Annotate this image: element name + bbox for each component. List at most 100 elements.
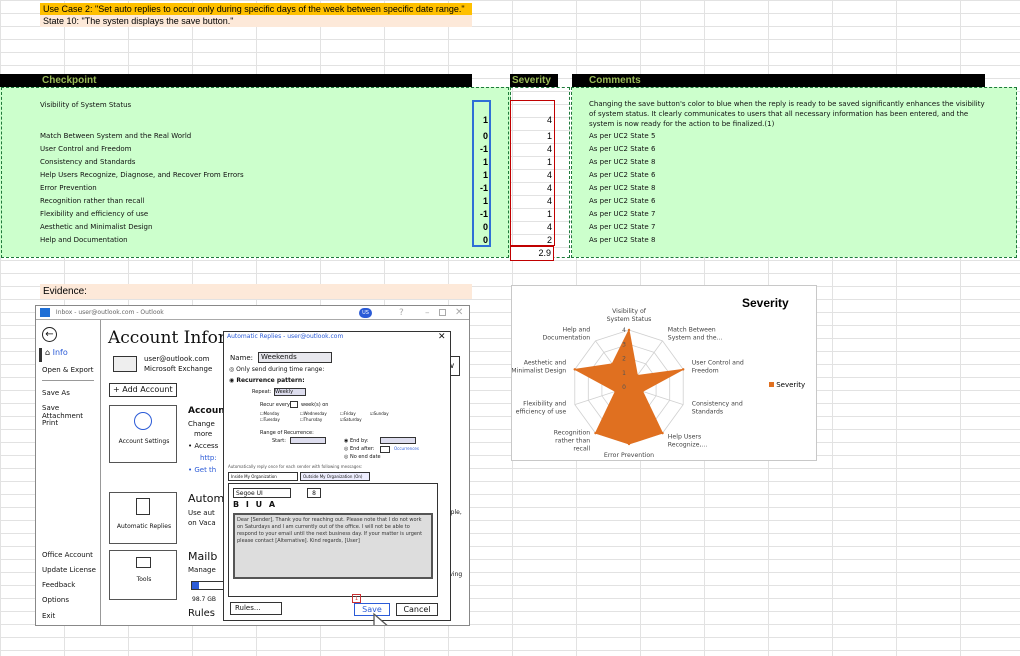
- save-attachment-item[interactable]: Save Attachment: [42, 404, 100, 420]
- info-item[interactable]: ⌂ Info: [39, 348, 97, 362]
- day-thursday[interactable]: ☐Thursday: [300, 417, 322, 422]
- feedback-item[interactable]: Feedback: [42, 581, 75, 589]
- manage-text: Manage: [188, 566, 216, 574]
- name-label: Name:: [230, 354, 254, 362]
- recur-every-input[interactable]: [290, 401, 298, 408]
- day-wednesday[interactable]: ☐Wednesday: [300, 411, 327, 416]
- font-name-select[interactable]: Segoe UI: [233, 488, 291, 498]
- occurrences-input[interactable]: [380, 446, 390, 453]
- check-value[interactable]: -1: [473, 182, 490, 195]
- severity-value[interactable]: 4: [510, 143, 554, 156]
- comment-cell: As per UC2 State 7: [589, 210, 656, 218]
- back-arrow-icon[interactable]: ←: [42, 327, 57, 342]
- close-icon[interactable]: ✕: [455, 306, 463, 320]
- check-value[interactable]: 0: [473, 221, 490, 234]
- account-settings-button[interactable]: Account Settings: [109, 405, 177, 463]
- checkpoint-header: Checkpoint: [0, 74, 472, 87]
- end-date-input[interactable]: [380, 437, 416, 444]
- message-body[interactable]: Dear [Sender], Thank you for reaching ou…: [233, 513, 433, 579]
- update-license-item[interactable]: Update License: [42, 566, 96, 574]
- day-saturday[interactable]: ☑Saturday: [340, 417, 362, 422]
- day-monday[interactable]: ☐Monday: [260, 411, 279, 416]
- occurrences-label: Occurrences: [394, 446, 419, 451]
- rules-heading: Rules: [188, 608, 215, 619]
- help-icon[interactable]: ?: [399, 306, 404, 320]
- automatic-replies-label: Automatic Replies: [116, 523, 172, 530]
- severity-value[interactable]: 4: [510, 221, 554, 234]
- account-section-heading: Accoun: [188, 406, 225, 416]
- severity-value[interactable]: 4: [510, 182, 554, 195]
- legend-label: Severity: [776, 381, 806, 389]
- add-account-button[interactable]: + Add Account: [109, 383, 177, 397]
- data-point: [627, 442, 631, 446]
- account-type: Microsoft Exchange: [144, 365, 213, 373]
- evidence-label: Evidence:: [40, 284, 472, 299]
- window-title: Inbox - user@outlook.com - Outlook: [55, 309, 164, 316]
- only-send-radio[interactable]: ◎ Only send during time range:: [229, 366, 324, 373]
- access-text: • Access: [188, 442, 219, 450]
- mailbox-heading: Mailb: [188, 550, 218, 563]
- http-link[interactable]: http:: [200, 454, 217, 462]
- category-label: System Status: [607, 316, 652, 323]
- avatar[interactable]: US: [359, 308, 372, 318]
- category-label: Error Prevention: [604, 452, 654, 459]
- name-field[interactable]: Weekends: [258, 352, 332, 363]
- maximize-icon[interactable]: [439, 309, 446, 316]
- severity-value[interactable]: 1: [510, 208, 554, 221]
- check-value[interactable]: 1: [473, 169, 490, 182]
- save-as-item[interactable]: Save As: [42, 389, 70, 397]
- checkpoint-label: Flexibility and efficiency of use: [40, 210, 149, 218]
- end-after-radio[interactable]: ◎ End after:: [344, 446, 374, 452]
- change-text: Change: [188, 420, 215, 428]
- check-value[interactable]: 0: [473, 234, 490, 247]
- message-panel: Segoe UI 8 B I U A Dear [Sender], Thank …: [228, 483, 438, 597]
- dialog-close-icon[interactable]: ✕: [438, 332, 446, 342]
- office-account-item[interactable]: Office Account: [42, 551, 93, 559]
- severity-value[interactable]: 1: [510, 156, 554, 169]
- recurrence-radio[interactable]: ◉ Recurrence pattern:: [229, 377, 305, 384]
- no-end-radio[interactable]: ◎ No end date: [344, 454, 381, 460]
- only-send-label: Only send during time range:: [236, 366, 325, 373]
- severity-value[interactable]: 4: [510, 169, 554, 182]
- data-point: [641, 390, 644, 393]
- severity-average: 2.9: [510, 246, 554, 261]
- check-value[interactable]: 1: [473, 195, 490, 208]
- backstage-sidebar: ← ⌂ Info Open & Export Save As Save Atta…: [36, 320, 101, 625]
- minimize-icon[interactable]: –: [425, 306, 430, 320]
- tools-button[interactable]: Tools: [109, 550, 177, 600]
- cancel-button[interactable]: Cancel: [396, 603, 438, 616]
- check-value[interactable]: 1: [473, 156, 490, 169]
- severity-value[interactable]: 4: [510, 195, 554, 208]
- legend-swatch: [769, 382, 774, 387]
- check-value[interactable]: 0: [473, 130, 490, 143]
- font-size-select[interactable]: 8: [307, 488, 321, 498]
- severity-value[interactable]: 1: [510, 130, 554, 143]
- repeat-select[interactable]: Weekly: [274, 388, 306, 396]
- severity-value[interactable]: 4: [510, 114, 554, 127]
- day-friday[interactable]: ☐Friday: [340, 411, 356, 416]
- checkpoint-label: Match Between System and the Real World: [40, 132, 192, 140]
- check-value[interactable]: -1: [473, 208, 490, 221]
- title-bar: Inbox - user@outlook.com - Outlook US ? …: [36, 306, 469, 320]
- print-item[interactable]: Print: [42, 419, 58, 427]
- storage-text: 98.7 GB: [192, 596, 217, 603]
- automatic-replies-button[interactable]: Automatic Replies: [109, 492, 177, 544]
- day-sunday[interactable]: ☑Sunday: [370, 411, 389, 416]
- check-value[interactable]: -1: [473, 143, 490, 156]
- tab-outside[interactable]: Outside My Organization (On): [300, 472, 370, 481]
- check-value[interactable]: 1: [473, 114, 490, 127]
- day-tuesday[interactable]: ☐Tuesday: [260, 417, 280, 422]
- options-item[interactable]: Options: [42, 596, 69, 604]
- end-by-radio[interactable]: ◉ End by:: [344, 438, 369, 444]
- comments-header: Comments: [572, 74, 985, 87]
- radial-tick-label: 3: [622, 341, 626, 348]
- recurrence-label: Recurrence pattern:: [236, 377, 305, 384]
- start-date-input[interactable]: [290, 437, 326, 444]
- hint-text: Automatically reply once for each sender…: [228, 464, 363, 469]
- format-toolbar[interactable]: B I U A: [233, 500, 277, 509]
- checkpoint-label: Help and Documentation: [40, 236, 128, 244]
- tab-inside[interactable]: Inside My Organization: [228, 472, 298, 481]
- exit-item[interactable]: Exit: [42, 612, 55, 620]
- rules-button[interactable]: Rules...: [230, 602, 282, 615]
- open-export-item[interactable]: Open & Export: [42, 366, 94, 374]
